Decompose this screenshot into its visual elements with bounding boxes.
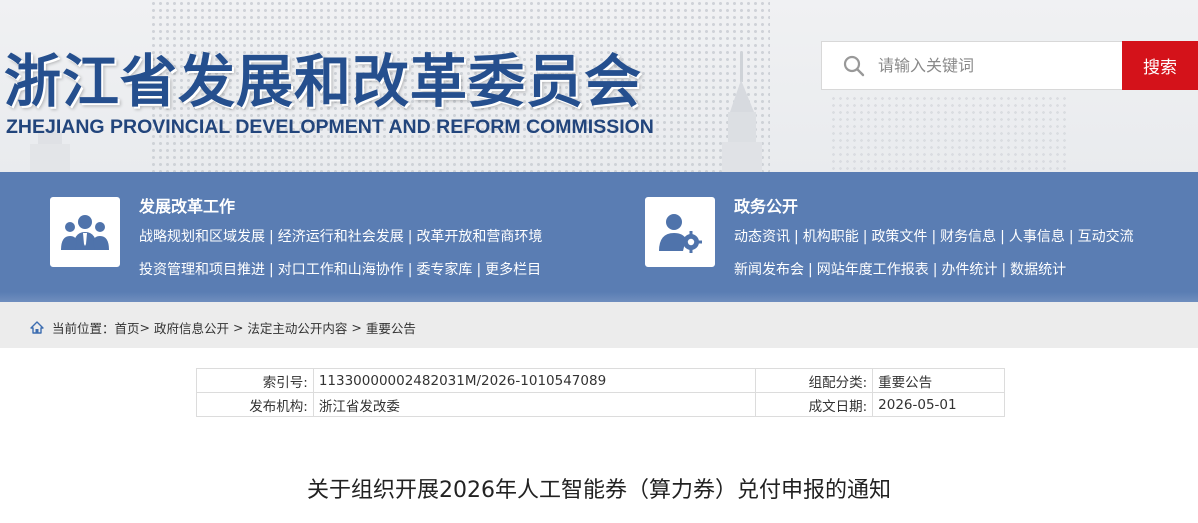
government-affairs-icon-box[interactable] xyxy=(645,197,715,267)
nav-link-data-statistics[interactable]: 数据统计 xyxy=(1010,262,1066,278)
nav-links-development-row2: 投资管理和项目推进 | 对口工作和山海协作 | 委专家库 | 更多栏目 xyxy=(139,262,542,278)
nav-links-affairs-row1: 动态资讯 | 机构职能 | 政策文件 | 财务信息 | 人事信息 | 互动交流 xyxy=(734,229,1134,245)
development-work-icon-box[interactable] xyxy=(50,197,120,267)
date-label: 成文日期: xyxy=(755,392,874,417)
document-title: 关于组织开展2026年人工智能券（算力券）兑付申报的通知 xyxy=(307,478,891,503)
date-value: 2026-05-01 xyxy=(872,392,1005,417)
document-meta-table: 索引号: 11330000002482031M/2026-1010547089 … xyxy=(196,368,1005,417)
table-row: 索引号: 11330000002482031M/2026-1010547089 … xyxy=(196,368,1005,393)
nav-band-edge xyxy=(0,292,1198,302)
search-box xyxy=(821,41,1123,90)
nav-link-counterpart-work[interactable]: 对口工作和山海协作 xyxy=(278,262,404,278)
table-row: 发布机构: 浙江省发改委 成文日期: 2026-05-01 xyxy=(196,392,1005,417)
search-button[interactable]: 搜索 xyxy=(1122,41,1198,90)
nav-links-affairs-row2: 新闻发布会 | 网站年度工作报表 | 办件统计 | 数据统计 xyxy=(734,262,1067,278)
nav-link-expert-database[interactable]: 委专家库 xyxy=(416,262,472,278)
site-subtitle: ZHEJIANG PROVINCIAL DEVELOPMENT AND REFO… xyxy=(6,116,654,138)
nav-link-strategy-planning[interactable]: 战略规划和区域发展 xyxy=(139,229,265,245)
nav-link-financial-info[interactable]: 财务信息 xyxy=(940,229,996,245)
breadcrumb-important-notice[interactable]: 重要公告 xyxy=(366,318,416,337)
world-map-decoration-right xyxy=(830,95,1070,172)
nav-heading-development[interactable]: 发展改革工作 xyxy=(139,193,235,217)
category-value: 重要公告 xyxy=(872,368,1005,393)
index-number-value: 11330000002482031M/2026-1010547089 xyxy=(312,368,757,393)
tower-decoration xyxy=(722,52,762,172)
category-label: 组配分类: xyxy=(755,368,874,393)
nav-link-case-statistics[interactable]: 办件统计 xyxy=(941,262,997,278)
nav-link-interaction[interactable]: 互动交流 xyxy=(1078,229,1134,245)
breadcrumb-prefix: 当前位置： xyxy=(52,321,115,336)
breadcrumb: 当前位置： 首页 > 政府信息公开 > 法定主动公开内容 > 重要公告 xyxy=(30,318,416,337)
publisher-value: 浙江省发改委 xyxy=(312,392,757,417)
breadcrumb-statutory-disclosure[interactable]: 法定主动公开内容 xyxy=(247,318,347,337)
search-icon xyxy=(843,55,865,76)
nav-link-more-columns[interactable]: 更多栏目 xyxy=(485,262,541,278)
nav-link-press-conference[interactable]: 新闻发布会 xyxy=(734,262,804,278)
breadcrumb-home[interactable]: 首页 xyxy=(115,318,140,337)
nav-link-annual-report[interactable]: 网站年度工作报表 xyxy=(817,262,929,278)
nav-link-economic-operation[interactable]: 经济运行和社会发展 xyxy=(278,229,404,245)
nav-link-reform-opening[interactable]: 改革开放和营商环境 xyxy=(416,229,542,245)
nav-heading-government-affairs[interactable]: 政务公开 xyxy=(734,193,798,217)
user-gear-icon xyxy=(659,214,702,253)
nav-link-personnel-info[interactable]: 人事信息 xyxy=(1009,229,1065,245)
breadcrumb-bar: 当前位置： 首页 > 政府信息公开 > 法定主动公开内容 > 重要公告 xyxy=(0,302,1198,348)
site-title: 浙江省发展和改革委员会 xyxy=(4,49,642,115)
breadcrumb-gov-info[interactable]: 政府信息公开 xyxy=(154,318,229,337)
nav-links-development-row1: 战略规划和区域发展 | 经济运行和社会发展 | 改革开放和营商环境 xyxy=(139,229,543,245)
home-icon xyxy=(30,321,44,334)
nav-link-policy-documents[interactable]: 政策文件 xyxy=(871,229,927,245)
publisher-label: 发布机构: xyxy=(196,392,314,417)
site-header: 浙江省发展和改革委员会 ZHEJIANG PROVINCIAL DEVELOPM… xyxy=(0,0,1198,172)
nav-link-institutional-functions[interactable]: 机构职能 xyxy=(803,229,859,245)
people-group-icon xyxy=(61,215,109,250)
nav-link-dynamic-news[interactable]: 动态资讯 xyxy=(734,229,790,245)
index-number-label: 索引号: xyxy=(196,368,314,393)
nav-link-investment-management[interactable]: 投资管理和项目推进 xyxy=(139,262,265,278)
search-input[interactable] xyxy=(878,56,1108,75)
